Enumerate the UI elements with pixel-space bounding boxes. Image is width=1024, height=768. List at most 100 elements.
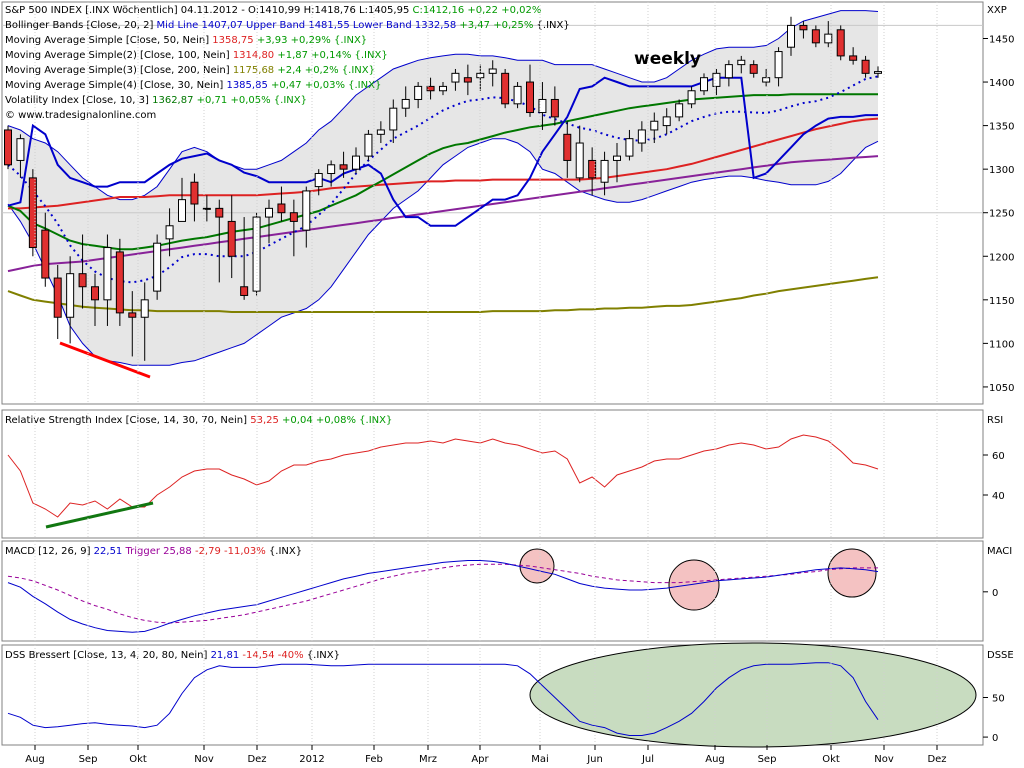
x-tick-label: Mai bbox=[531, 754, 549, 765]
candle-body bbox=[514, 86, 521, 103]
candle-body bbox=[638, 130, 645, 143]
x-tick-label: Mrz bbox=[419, 754, 437, 765]
legend-ma30: Moving Average Simple(4) [Close, 30, Nei… bbox=[5, 80, 381, 91]
candle-body bbox=[750, 65, 757, 74]
candle-body bbox=[415, 86, 422, 99]
candle-body bbox=[166, 226, 173, 239]
price-tick-label: 1200 bbox=[989, 252, 1014, 263]
x-tick-label: Aug bbox=[705, 754, 725, 765]
rsi-tick-label: 60 bbox=[992, 451, 1005, 462]
candle-body bbox=[216, 208, 223, 217]
candle-body bbox=[154, 243, 161, 291]
candle-body bbox=[390, 108, 397, 130]
macd-axis-name: MACI bbox=[987, 546, 1012, 557]
candle-body bbox=[328, 165, 335, 174]
legend-vix: Volatility Index [Close, 10, 3] 1362,87 … bbox=[5, 95, 307, 106]
macd-y-axis: 0 bbox=[983, 588, 998, 599]
macd-cross-marker-1 bbox=[520, 549, 554, 583]
chart-root: 105011001150120012501300135014001450 S&P… bbox=[0, 0, 1024, 768]
candle-body bbox=[589, 160, 596, 177]
candle-body bbox=[464, 78, 471, 82]
candle-body bbox=[614, 156, 621, 160]
candle-body bbox=[663, 117, 670, 126]
candle-body bbox=[676, 104, 683, 117]
legend-ma200: Moving Average Simple(3) [Close, 200, Ne… bbox=[5, 65, 375, 76]
price-tick-label: 1050 bbox=[989, 383, 1014, 394]
candle-body bbox=[92, 287, 99, 300]
rsi-panel: Relative Strength Index [Close, 14, 30, … bbox=[2, 410, 1005, 538]
candle-body bbox=[42, 230, 49, 278]
legend-ma100: Moving Average Simple(2) [Close, 100, Ne… bbox=[5, 50, 388, 61]
candle-body bbox=[179, 200, 186, 222]
dss-y-axis: 050 bbox=[983, 694, 1005, 745]
candle-body bbox=[763, 78, 770, 82]
candle-body bbox=[440, 86, 447, 90]
candle-body bbox=[601, 160, 608, 182]
candle-body bbox=[775, 52, 782, 78]
candle-body bbox=[266, 208, 273, 217]
candle-body bbox=[141, 300, 148, 317]
price-tick-label: 1100 bbox=[989, 339, 1014, 350]
price-tick-label: 1250 bbox=[989, 209, 1014, 220]
dss-tick-label: 0 bbox=[992, 733, 998, 744]
candle-body bbox=[788, 25, 795, 47]
candle-body bbox=[54, 278, 61, 317]
x-tick-label: Apr bbox=[471, 754, 489, 765]
macd-cross-marker-3 bbox=[828, 549, 876, 597]
candle-body bbox=[502, 73, 509, 103]
rsi-legend: Relative Strength Index [Close, 14, 30, … bbox=[5, 415, 392, 426]
candle-body bbox=[576, 143, 583, 178]
candle-body bbox=[340, 165, 347, 169]
candle-body bbox=[303, 191, 310, 230]
x-tick-label: Jun bbox=[586, 754, 603, 765]
candle-body bbox=[489, 69, 496, 73]
price-tick-label: 1300 bbox=[989, 165, 1014, 176]
x-tick-label: Okt bbox=[129, 754, 147, 765]
header-instrument: S&P 500 INDEX [.INX Wöchentlich] 04.11.2… bbox=[5, 5, 541, 16]
price-axis-symbol: XXP bbox=[987, 5, 1007, 16]
candle-body bbox=[290, 213, 297, 222]
candle-body bbox=[738, 60, 745, 64]
candle-body bbox=[725, 65, 732, 78]
x-tick-label: Dez bbox=[927, 754, 946, 765]
price-tick-label: 1400 bbox=[989, 78, 1014, 89]
candle-body bbox=[129, 313, 136, 317]
macd-cross-marker-2 bbox=[669, 560, 719, 610]
candle-body bbox=[315, 174, 322, 187]
source-credit: © www.tradesignalonline.com bbox=[5, 110, 156, 121]
candle-body bbox=[104, 248, 111, 300]
x-tick-label: Okt bbox=[822, 754, 840, 765]
x-tick-label: 2012 bbox=[299, 754, 324, 765]
x-tick-label: Jul bbox=[641, 754, 654, 765]
dss-axis-name: DSSE bbox=[987, 650, 1014, 661]
candle-body bbox=[688, 91, 695, 104]
candle-body bbox=[564, 134, 571, 160]
candle-body bbox=[191, 182, 198, 204]
rsi-tick-label: 40 bbox=[992, 491, 1005, 502]
candle-body bbox=[875, 72, 882, 74]
dss-panel: DSS Bressert [Close, 13, 4, 20, 80, Nein… bbox=[2, 643, 1014, 747]
candle-body bbox=[626, 139, 633, 156]
candle-body bbox=[116, 252, 123, 313]
candle-body bbox=[651, 121, 658, 130]
candle-body bbox=[812, 30, 819, 43]
candle-body bbox=[713, 73, 720, 86]
price-panel: 105011001150120012501300135014001450 bbox=[2, 2, 1014, 404]
candle-body bbox=[278, 204, 285, 213]
dss-highlight-ellipse bbox=[530, 643, 976, 747]
candle-body bbox=[365, 134, 372, 156]
macd-panel: MACD [12, 26, 9] 22,51 Trigger 25,88 -2,… bbox=[2, 541, 1012, 641]
candle-body bbox=[701, 78, 708, 91]
candle-body bbox=[17, 139, 24, 161]
candle-body bbox=[67, 274, 74, 318]
x-tick-label: Feb bbox=[365, 754, 383, 765]
price-tick-label: 1450 bbox=[989, 34, 1014, 45]
macd-legend: MACD [12, 26, 9] 22,51 Trigger 25,88 -2,… bbox=[5, 546, 302, 557]
candle-body bbox=[551, 99, 558, 116]
candle-body bbox=[377, 130, 384, 134]
candle-body bbox=[800, 25, 807, 29]
candle-body bbox=[241, 287, 248, 296]
x-tick-label: Aug bbox=[25, 754, 45, 765]
rsi-y-axis: 40 60 bbox=[983, 451, 1005, 502]
candle-body bbox=[862, 60, 869, 73]
